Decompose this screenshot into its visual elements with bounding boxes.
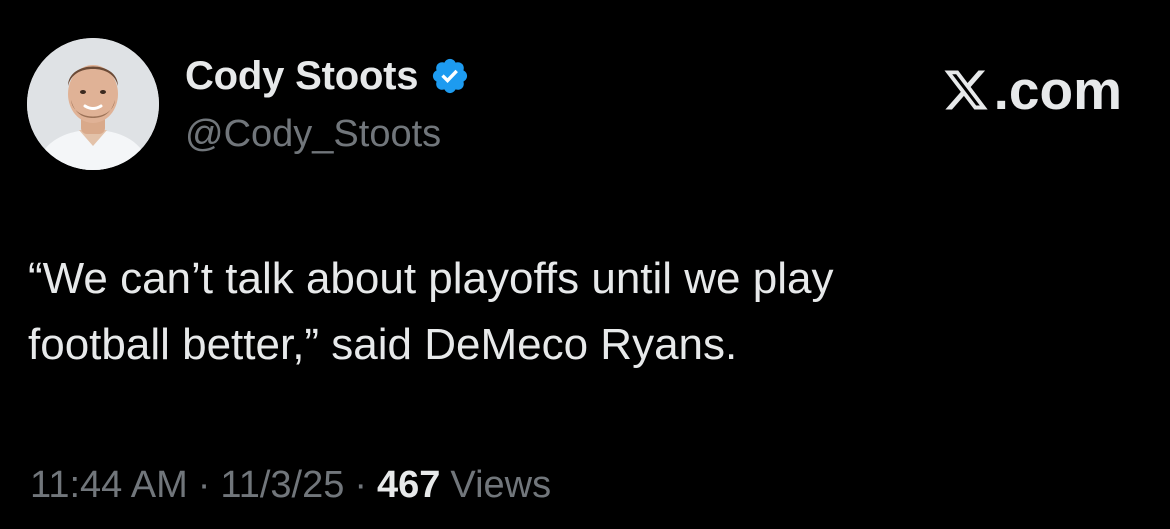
display-name[interactable]: Cody Stoots [185,50,419,102]
brand-suffix: .com [993,59,1122,121]
tweet-card: Cody Stoots @Cody_Stoots .com “We can’t … [0,0,1170,529]
handle[interactable]: @Cody_Stoots [185,108,470,160]
name-row: Cody Stoots [185,50,470,102]
author-block: Cody Stoots @Cody_Stoots [185,50,470,160]
tweet-meta: 11:44 AM · 11/3/25 · 467 Views [30,460,551,510]
views-count: 467 [377,464,441,506]
avatar-image [27,38,159,170]
meta-separator: · [197,464,211,506]
tweet-text: “We can’t talk about playoffs until we p… [28,254,834,369]
avatar[interactable] [27,38,159,170]
views-label: Views [450,464,552,506]
x-logo-icon [944,70,988,110]
meta-separator: · [354,464,368,506]
brand-watermark: .com [942,58,1122,122]
tweet-time[interactable]: 11:44 AM [30,460,188,510]
tweet-date[interactable]: 11/3/25 [220,460,344,510]
verified-badge-icon [430,56,470,96]
